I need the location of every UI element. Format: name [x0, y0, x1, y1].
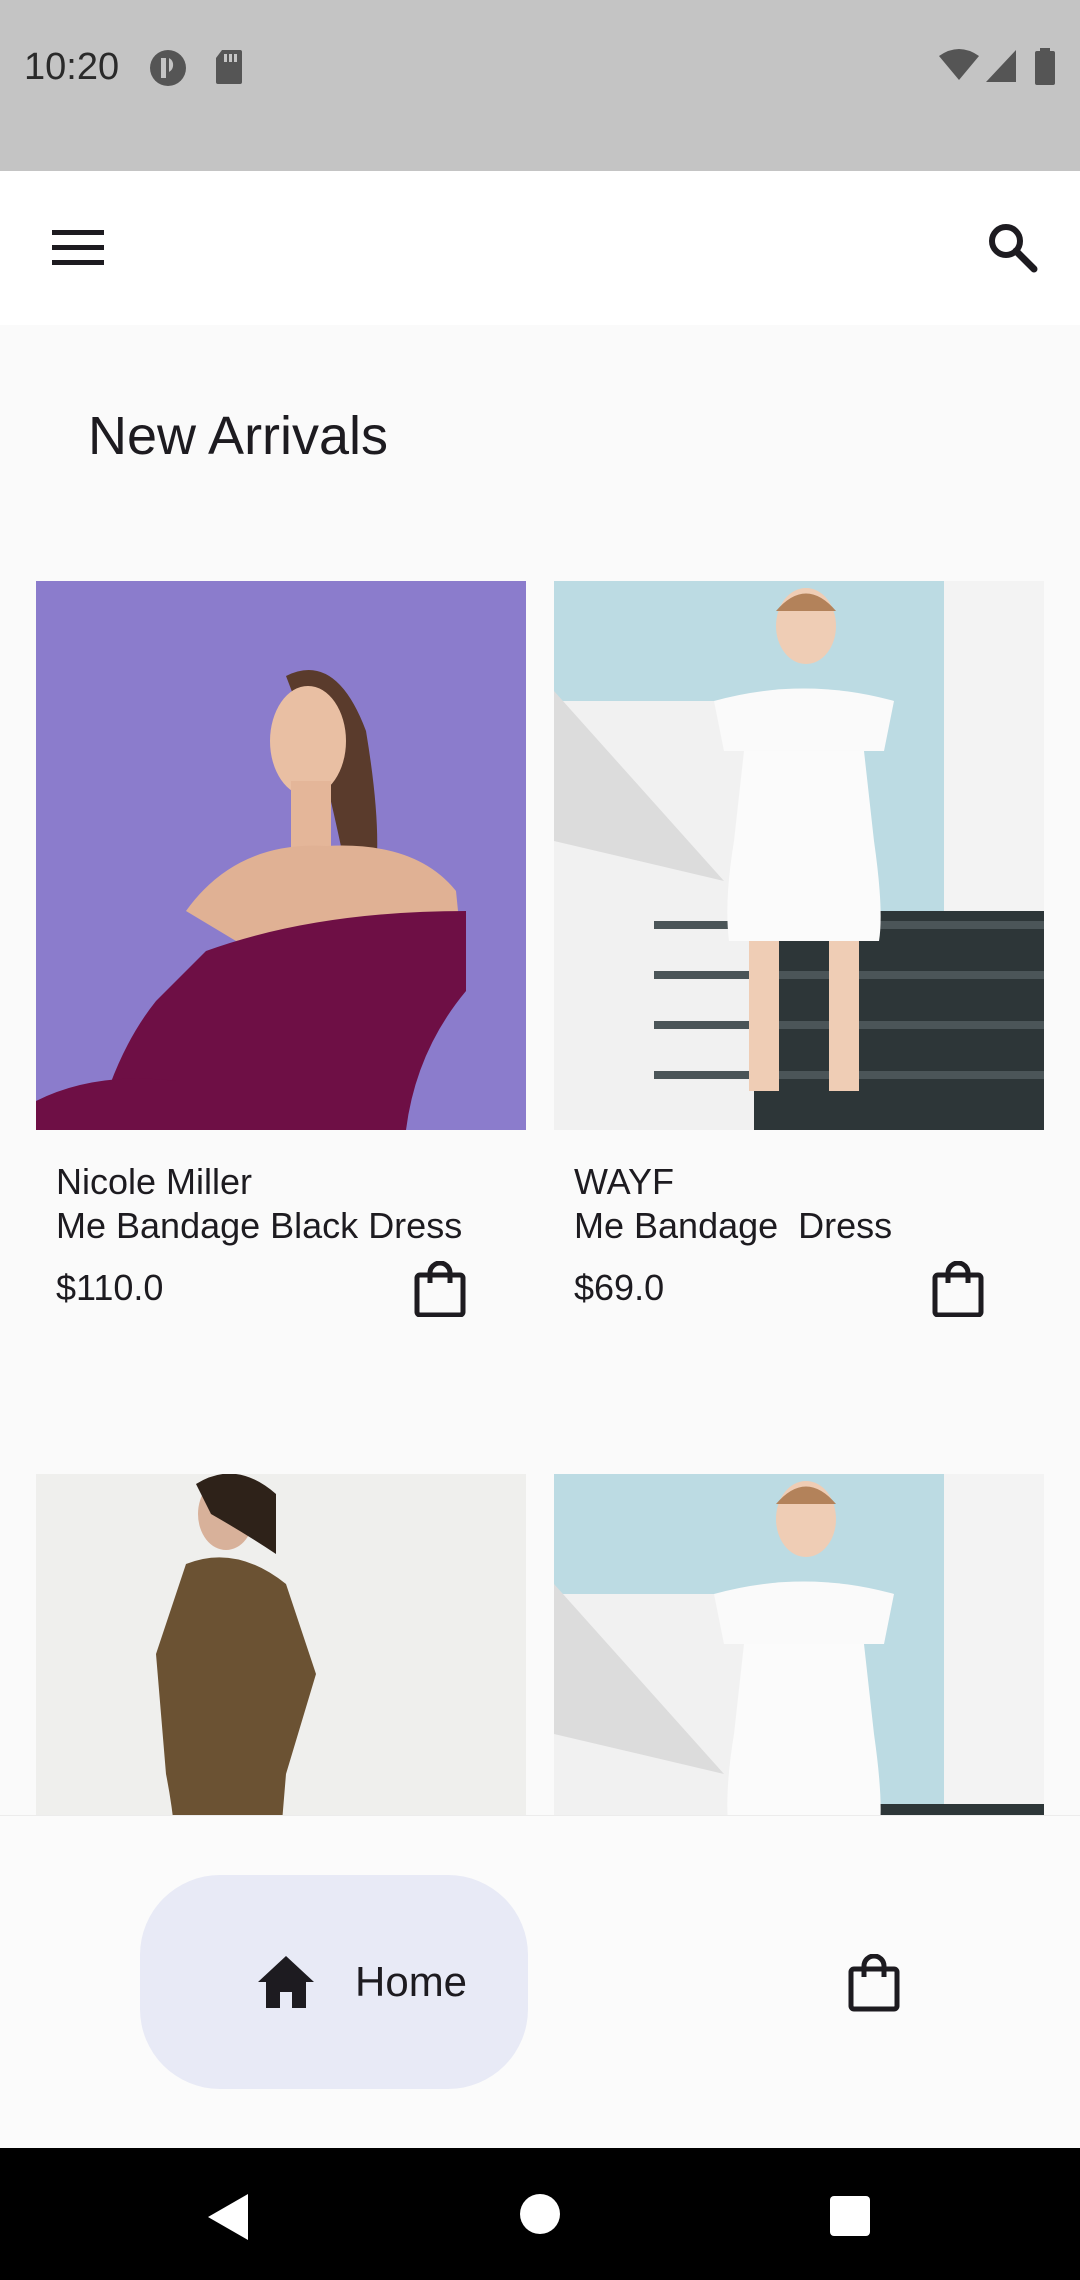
wifi-icon — [939, 49, 979, 80]
product-name: Me Bandage Black Dress — [56, 1205, 463, 1246]
nav-home-button[interactable] — [140, 1875, 528, 2089]
status-bar: 10:20 — [0, 0, 1080, 171]
recents-icon[interactable] — [830, 2196, 870, 2236]
page-title: New Arrivals — [88, 406, 389, 466]
cart-icon[interactable] — [848, 1954, 900, 2012]
add-to-cart-button[interactable] — [932, 1261, 984, 1317]
product-brand: Nicole Miller — [56, 1161, 253, 1202]
system-home-icon[interactable] — [520, 2194, 560, 2234]
sd-card-icon — [216, 50, 242, 84]
app-bar — [0, 171, 1080, 325]
hamburger-menu-icon[interactable] — [52, 230, 104, 266]
notification-app-icon — [150, 50, 186, 86]
product-brand: WAYF — [574, 1161, 674, 1202]
add-to-cart-button[interactable] — [414, 1261, 466, 1317]
product-image — [36, 581, 526, 1130]
status-time: 10:20 — [24, 46, 120, 88]
product-price: $69.0 — [574, 1267, 665, 1308]
nav-home-label: Home — [355, 1958, 468, 2005]
search-icon[interactable] — [986, 221, 1038, 273]
battery-icon — [1035, 48, 1055, 85]
product-name: Me Bandage Dress — [574, 1205, 893, 1246]
product-image — [554, 581, 1044, 1130]
product-price: $110.0 — [56, 1267, 164, 1308]
home-icon — [258, 1956, 314, 2008]
cellular-signal-icon — [986, 50, 1016, 82]
back-icon[interactable] — [204, 2192, 254, 2242]
